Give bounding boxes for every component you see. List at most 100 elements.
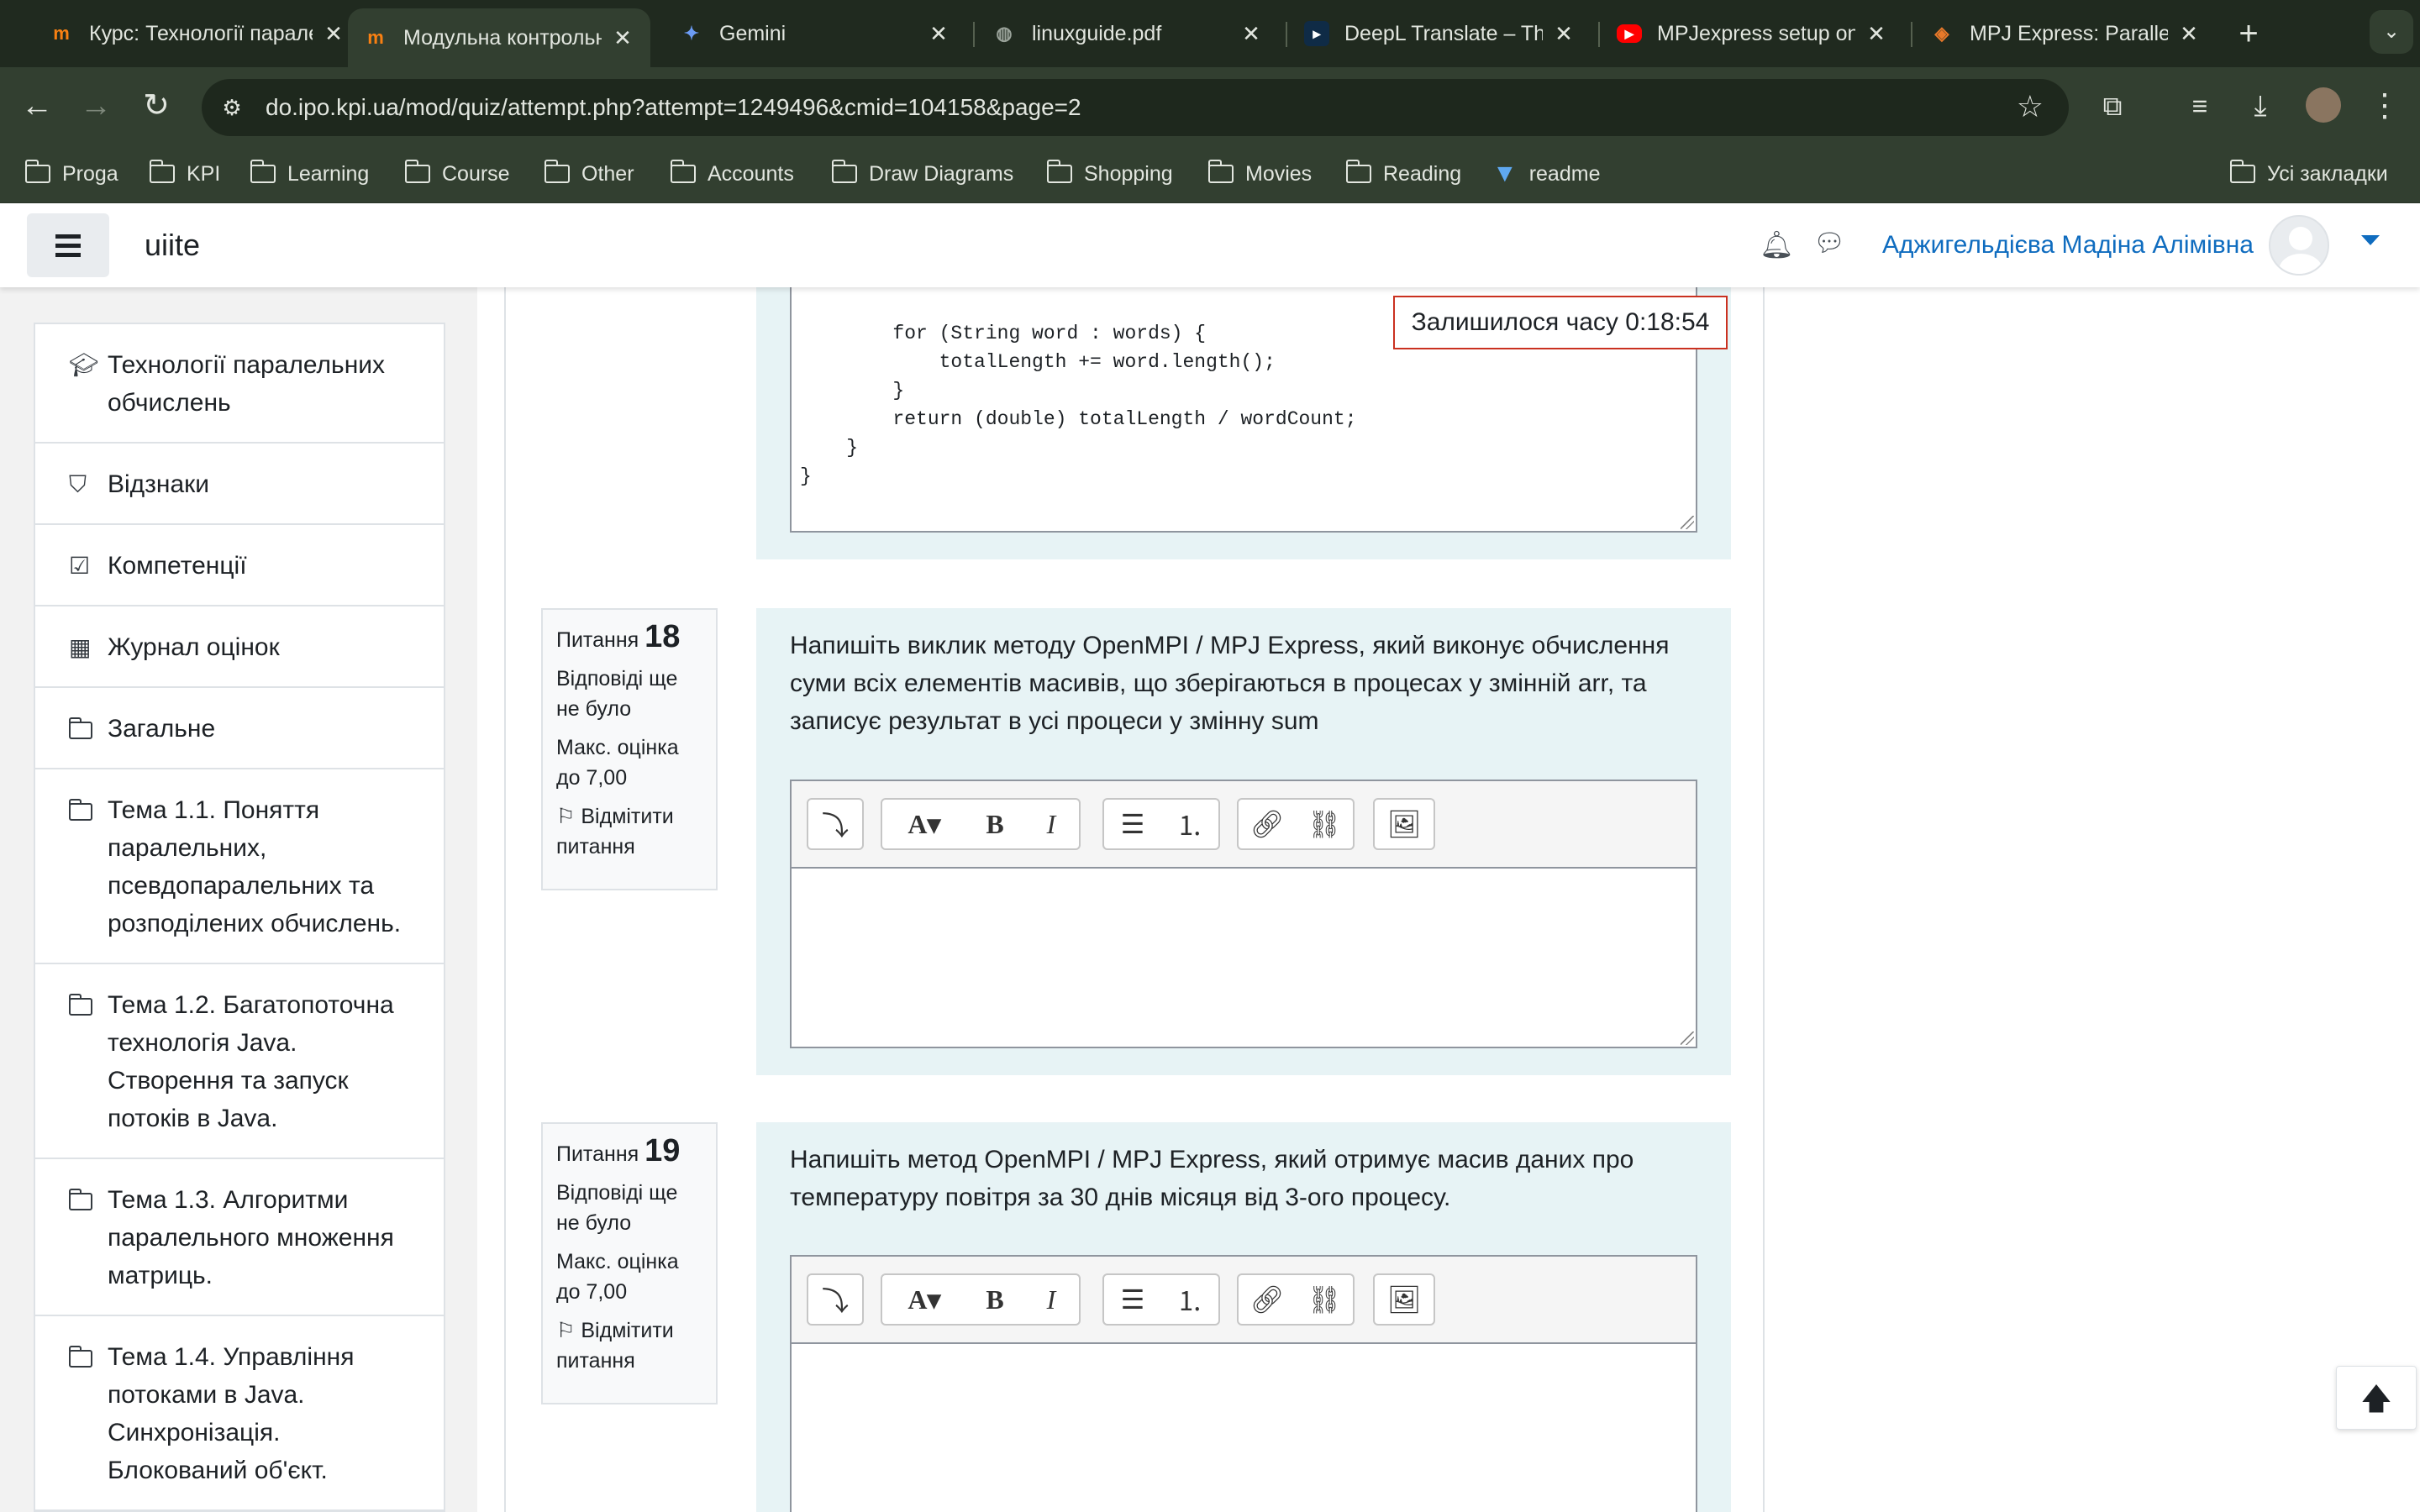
bookmark-folder[interactable]: Other (544, 144, 634, 203)
all-bookmarks[interactable]: Усі закладки (2229, 144, 2388, 203)
numbered-list-button[interactable]: ⒈ (1161, 1273, 1220, 1326)
address-bar[interactable]: ⚙ do.ipo.kpi.ua/mod/quiz/attempt.php?att… (202, 79, 2069, 136)
user-menu-name[interactable]: Аджигельдієва Мадіна Алімівна (1882, 203, 2254, 287)
insert-image-button[interactable]: 🖼︎ (1373, 1273, 1435, 1326)
font-style-button[interactable]: A▾ (881, 1273, 968, 1326)
close-tab-icon[interactable]: ✕ (1864, 21, 1889, 47)
drawer-item-badges[interactable]: ⛉ Відзнаки (35, 444, 444, 525)
browser-toolbar: ← → ↻ ⚙ do.ipo.kpi.ua/mod/quiz/attempt.p… (0, 67, 2420, 144)
new-tab-button[interactable]: + (2228, 13, 2269, 54)
download-icon[interactable]: ⤓ (2237, 82, 2284, 129)
tab-gemini[interactable]: ✦ Gemini ✕ (664, 7, 966, 60)
user-menu-caret-icon[interactable] (2361, 235, 2380, 245)
unlink-button[interactable]: ⛓ (1296, 1273, 1355, 1326)
bullet-list-icon: ☰ (1120, 1284, 1145, 1315)
bookmark-folder[interactable]: Reading (1345, 144, 1461, 203)
folder-icon (68, 1346, 92, 1368)
drawer-item-topic-1-1[interactable]: Тема 1.1. Поняття паралельних, псевдопар… (35, 769, 444, 964)
tab-quiz[interactable]: m Модульна контрольна ✕ (348, 8, 650, 67)
arrow-down-icon: ⤵ (821, 811, 849, 841)
link-button[interactable]: 🔗︎ (1237, 1273, 1297, 1326)
folder-icon (68, 717, 92, 739)
close-tab-icon[interactable]: ✕ (2176, 21, 2202, 47)
close-tab-icon[interactable]: ✕ (321, 21, 346, 47)
bookmark-folder[interactable]: KPI (149, 144, 220, 203)
quiz-timer: Залишилося часу 0:18:54 (1393, 296, 1728, 349)
bookmark-folder[interactable]: Accounts (670, 144, 794, 203)
graduation-cap-icon: 🎓︎ (69, 352, 99, 378)
bookmark-folder[interactable]: Learning (250, 144, 369, 203)
resize-handle[interactable] (1681, 1032, 1694, 1045)
extensions-icon[interactable]: ⧉ (2089, 82, 2136, 129)
forward-button[interactable]: → (72, 82, 119, 129)
close-tab-icon[interactable]: ✕ (1239, 21, 1264, 47)
image-icon: 🖼︎ (1386, 1284, 1422, 1315)
bookmark-star-icon[interactable]: ☆ (2017, 89, 2044, 124)
tab-linuxguide[interactable]: ◍ linuxguide.pdf ✕ (976, 7, 1279, 60)
bold-button[interactable]: B (966, 798, 1025, 850)
tab-youtube[interactable]: ▶ MPJexpress setup on Windows ✕ (1602, 7, 1904, 60)
drawer-item-topic-1-2[interactable]: Тема 1.2. Багатопоточна технологія Java.… (35, 964, 444, 1159)
site-info-icon[interactable]: ⚙ (217, 92, 247, 123)
tab-search-button[interactable]: ⌄ (2370, 10, 2413, 54)
drawer-toggle-button[interactable] (27, 213, 109, 277)
tab-deepl[interactable]: ▸ DeepL Translate – The world's most acc… (1289, 7, 1591, 60)
reload-button[interactable]: ↻ (133, 82, 180, 129)
browser-menu-icon[interactable]: ⋮ (2361, 82, 2408, 129)
numbered-list-icon: ⒈ (1176, 811, 1203, 841)
bookmark-folder[interactable]: Proga (24, 144, 118, 203)
toolbar-toggle-button[interactable]: ⤵ (807, 1273, 864, 1326)
drawer-item-topic-1-4[interactable]: Тема 1.4. Управління потоками в Java. Си… (35, 1316, 444, 1511)
profile-avatar[interactable] (2306, 87, 2341, 123)
moodle-icon: m (367, 27, 384, 48)
unlink-button[interactable]: ⛓ (1296, 798, 1355, 850)
close-tab-icon[interactable]: ✕ (1551, 21, 1576, 47)
back-to-top-button[interactable]: 🡅 (2336, 1366, 2417, 1430)
vuetify-icon: ▼ (1492, 160, 1518, 187)
toolbar-toggle-button[interactable]: ⤵ (807, 798, 864, 850)
bookmark-folder[interactable]: Draw Diagrams (831, 144, 1013, 203)
media-controls-icon[interactable]: ≡ (2176, 82, 2223, 129)
folder-icon (149, 160, 175, 183)
question-text: Напишіть виклик методу OpenMPI / MPJ Exp… (790, 632, 1670, 735)
tab-course[interactable]: m Курс: Технології паралельних ✕ (34, 7, 361, 60)
italic-button[interactable]: I (1023, 798, 1081, 850)
back-button[interactable]: ← (13, 82, 60, 129)
close-tab-icon[interactable]: ✕ (610, 25, 635, 51)
drawer-item-general[interactable]: Загальне (35, 688, 444, 769)
numbered-list-icon: ⒈ (1176, 1286, 1203, 1316)
drawer-item-label: Компетенції (108, 552, 247, 580)
drawer-item-course[interactable]: 🎓︎ Технології паралельних обчислень (35, 324, 444, 444)
folder-icon (404, 160, 430, 183)
chat-bubble-icon[interactable]: 💬︎ (1813, 228, 1845, 258)
insert-image-button[interactable]: 🖼︎ (1373, 798, 1435, 850)
tab-mpj-express[interactable]: ◈ MPJ Express: Parallel ✕ (1914, 7, 2217, 60)
bold-button[interactable]: B (966, 1273, 1025, 1326)
bell-icon[interactable]: 🔔︎ (1760, 228, 1794, 260)
font-style-button[interactable]: A▾ (881, 798, 968, 850)
user-avatar[interactable] (2269, 215, 2329, 276)
bullet-list-button[interactable]: ☰ (1102, 798, 1163, 850)
flag-question-button[interactable]: ⚐ Відмітити питання (556, 1315, 702, 1376)
italic-button[interactable]: I (1023, 1273, 1081, 1326)
nav-drawer: 🎓︎ Технології паралельних обчислень ⛉ Ві… (0, 287, 477, 1512)
flag-question-button[interactable]: ⚐ Відмітити питання (556, 801, 702, 862)
tab-separator (1911, 22, 1912, 47)
bookmark-folder[interactable]: Course (404, 144, 510, 203)
url-text[interactable]: do.ipo.kpi.ua/mod/quiz/attempt.php?attem… (266, 79, 1081, 136)
resize-handle[interactable] (1681, 516, 1694, 529)
site-brand[interactable]: uiite (145, 203, 200, 287)
bookmark-folder[interactable]: Shopping (1046, 144, 1173, 203)
drawer-item-competencies[interactable]: ☑ Компетенції (35, 525, 444, 606)
folder-icon (68, 1189, 92, 1210)
answer-text-area[interactable] (792, 869, 1696, 1047)
bookmark-folder[interactable]: Movies (1207, 144, 1312, 203)
drawer-item-topic-1-3[interactable]: Тема 1.3. Алгоритми паралельного множенн… (35, 1159, 444, 1316)
drawer-item-grades[interactable]: ▦ Журнал оцінок (35, 606, 444, 688)
close-tab-icon[interactable]: ✕ (926, 21, 951, 47)
bullet-list-button[interactable]: ☰ (1102, 1273, 1163, 1326)
link-button[interactable]: 🔗︎ (1237, 798, 1297, 850)
answer-text-area[interactable] (792, 1344, 1696, 1512)
numbered-list-button[interactable]: ⒈ (1161, 798, 1220, 850)
bookmark-readme[interactable]: ▼ readme (1492, 144, 1600, 203)
